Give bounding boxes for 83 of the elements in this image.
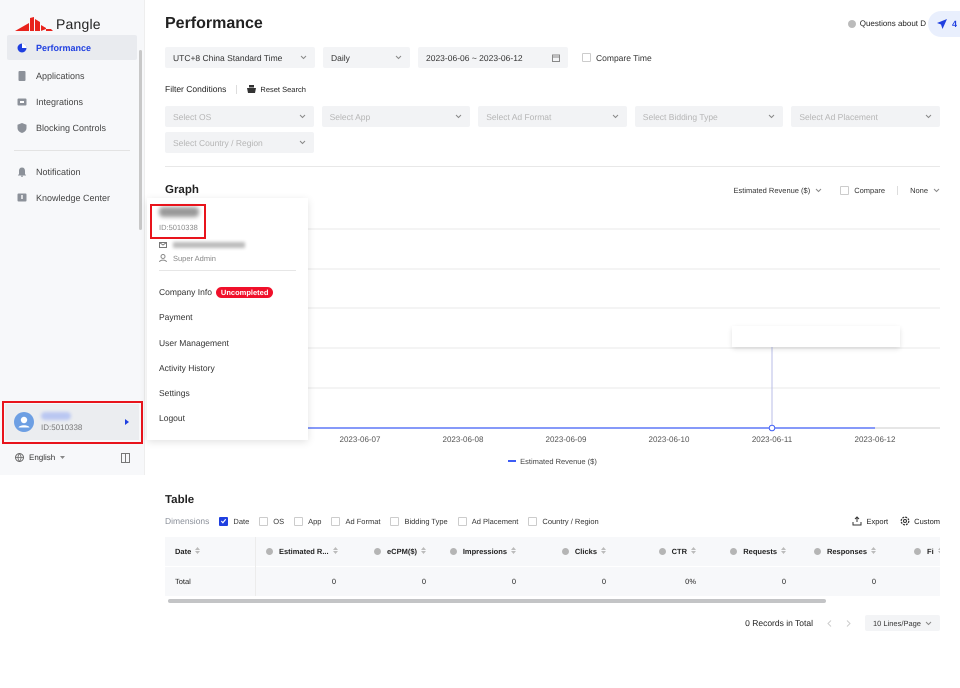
caret-right-icon: [125, 419, 129, 425]
logo-icon: [15, 17, 53, 31]
scrollbar-thumb[interactable]: [139, 50, 142, 230]
sort-icon: [871, 547, 876, 554]
chevron-down-icon: [395, 55, 402, 60]
send-icon: [937, 19, 947, 29]
axis-label: 2023-06-11: [752, 435, 792, 444]
date-range-field[interactable]: 2023-06-06 ~ 2023-06-12: [418, 47, 568, 68]
caret-down-icon: [60, 456, 66, 459]
chevron-down-icon: [925, 114, 932, 119]
chevron-down-icon: [298, 140, 306, 145]
phone-icon: [17, 70, 27, 80]
scrollbar-thumb[interactable]: [168, 599, 826, 603]
checkbox[interactable]: [219, 516, 228, 526]
chevron-down-icon: [612, 114, 619, 119]
section-title: Graph: [165, 184, 199, 196]
plug-icon: [17, 96, 27, 106]
menu-item[interactable]: User Management: [159, 338, 229, 348]
sort-icon: [332, 547, 338, 554]
sort-icon: [195, 547, 200, 554]
info-icon: [848, 20, 856, 28]
notification-pill[interactable]: 4: [928, 11, 960, 37]
menu-item[interactable]: Activity History: [159, 362, 215, 373]
sidebar-item[interactable]: Knowledge Center: [7, 187, 137, 208]
highlight-box: [150, 204, 206, 239]
axis-label: 2023-06-10: [648, 435, 690, 444]
sort-icon: [511, 547, 516, 554]
chevron-down-icon: [933, 188, 940, 192]
person-icon: [159, 254, 167, 262]
menu-item[interactable]: Company Info: [159, 287, 212, 298]
chevron-down-icon: [925, 620, 932, 626]
logo-text: Pangle: [56, 16, 101, 32]
sort-icon: [781, 547, 786, 554]
sort-icon: [601, 547, 606, 554]
shield-icon: [17, 122, 27, 132]
section-title: Table: [165, 494, 196, 506]
avatar-icon: [14, 412, 34, 432]
blurred-email: [173, 242, 245, 248]
chevron-left-icon: [827, 620, 832, 626]
chevron-down-icon: [768, 114, 776, 119]
collapse-icon[interactable]: [121, 452, 130, 462]
calendar-icon: [552, 54, 560, 62]
checkbox-label: Compare Time: [596, 52, 652, 62]
bell-icon: [17, 166, 27, 176]
chevron-down-icon: [300, 55, 307, 60]
chevron-down-icon: [455, 114, 462, 119]
sidebar-item[interactable]: Blocking Controls: [7, 117, 137, 138]
sidebar-item[interactable]: Applications: [7, 65, 137, 86]
granularity-select[interactable]: Daily: [323, 47, 410, 68]
blurred-name: [41, 412, 71, 420]
axis-label: 2023-06-08: [442, 435, 484, 444]
export-icon: [852, 516, 862, 526]
sidebar-item[interactable]: Integrations: [7, 91, 137, 112]
menu-item[interactable]: Settings: [159, 388, 190, 398]
sort-icon: [691, 547, 696, 554]
mail-icon: [159, 242, 167, 248]
record-count: 0 Records in Total: [745, 618, 813, 628]
hover-point: [768, 424, 776, 432]
chevron-right-icon: [846, 620, 851, 626]
language-selector[interactable]: English: [15, 453, 66, 462]
account-id: ID:5010338: [41, 423, 84, 432]
blurred-name: [159, 207, 199, 217]
help-icon: [17, 192, 27, 202]
menu-item[interactable]: Payment: [159, 312, 193, 322]
pie-chart-icon: [17, 42, 27, 52]
chevron-down-icon: [298, 114, 306, 119]
gear-icon: [900, 516, 910, 526]
sidebar-item[interactable]: Notification: [7, 161, 137, 182]
axis-label: 2023-06-09: [546, 435, 586, 444]
timezone-select[interactable]: UTC+8 China Standard Time: [165, 47, 315, 68]
sidebar-item[interactable]: Performance: [7, 35, 137, 60]
help-link[interactable]: Questions about D: [848, 19, 926, 28]
account-card[interactable]: ID:5010338: [5, 404, 139, 440]
globe-icon: [15, 453, 24, 462]
page-title: Performance: [165, 14, 263, 32]
menu-item[interactable]: Logout: [159, 413, 185, 424]
sort-icon: [421, 547, 426, 554]
axis-label: 2023-06-07: [340, 435, 380, 444]
dimensions-label: Dimensions: [165, 516, 210, 526]
filter-label: Filter Conditions: [165, 84, 226, 94]
axis-label: 2023-06-12: [854, 435, 896, 444]
chevron-down-icon: [815, 188, 822, 192]
basket-icon: [247, 85, 256, 93]
